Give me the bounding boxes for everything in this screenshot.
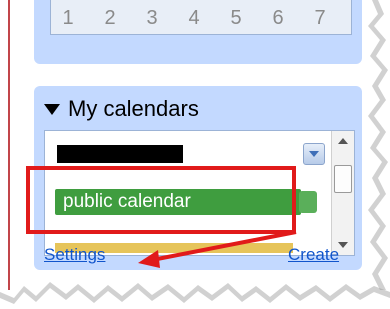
torn-edge-decoration: [0, 0, 390, 309]
